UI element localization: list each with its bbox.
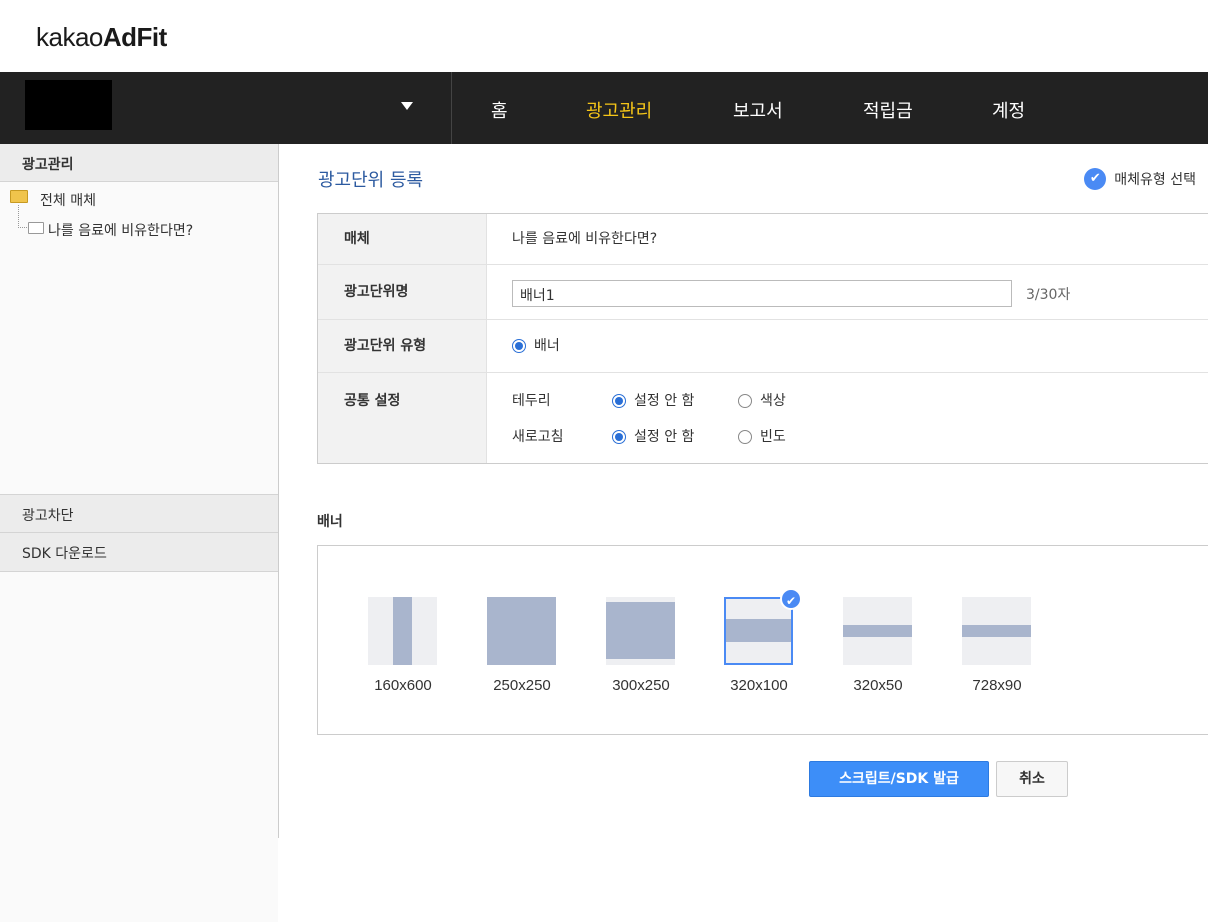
main-nav: 홈 광고관리 보고서 적립금 계정 — [0, 72, 1208, 144]
banner-thumb — [962, 597, 1031, 665]
banner-thumb — [606, 597, 675, 665]
sidebar-header[interactable]: 광고관리 — [0, 144, 278, 182]
banner-option-320x50[interactable]: 320x50 — [843, 597, 913, 694]
unit-type-banner-label: 배너 — [534, 338, 560, 354]
banner-section-title: 배너 — [317, 514, 343, 530]
nav-item-home[interactable]: 홈 — [491, 97, 508, 123]
banner-thumb — [843, 597, 912, 665]
unit-type-label: 광고단위 유형 — [318, 320, 487, 372]
page-title: 광고단위 등록 — [318, 170, 424, 191]
refresh-none-text: 설정 안 함 — [634, 429, 695, 445]
border-color-option[interactable]: 색상 — [738, 390, 786, 410]
banner-size-picker: 160x600 250x250 300x250 ✔ 320x100 320x50… — [317, 545, 1208, 735]
refresh-none-radio[interactable] — [612, 430, 626, 444]
sidebar-section-sdk-download[interactable]: SDK 다운로드 — [0, 533, 278, 572]
unit-name-count: 3/30자 — [1026, 287, 1071, 303]
border-none-text: 설정 안 함 — [634, 393, 695, 409]
media-type-select[interactable]: ✔ 매체유형 선택 — [1084, 168, 1196, 190]
sidebar-bottom: 광고차단 SDK 다운로드 — [0, 494, 278, 922]
refresh-none-option[interactable]: 설정 안 함 — [612, 426, 694, 446]
banner-thumb: ✔ — [724, 588, 802, 665]
unit-name-cell: 배너1 3/30자 — [487, 265, 1208, 319]
refresh-frequency-radio[interactable] — [738, 430, 752, 444]
selected-check-icon: ✔ — [780, 588, 802, 610]
banner-option-250x250[interactable]: 250x250 — [487, 597, 557, 694]
tree-connector — [18, 205, 27, 228]
kakao-adfit-logo[interactable]: kakaoAdFit — [36, 22, 167, 53]
banner-option-300x250[interactable]: 300x250 — [606, 597, 676, 694]
common-settings-cell: 테두리 설정 안 함 색상 새로고침 설정 안 함 빈도 — [487, 373, 1208, 463]
banner-size-label: 250x250 — [493, 677, 551, 694]
banner-size-label: 728x90 — [972, 677, 1022, 694]
nav-divider — [451, 72, 452, 144]
form-row-media: 매체 나를 음료에 비유한다면? — [318, 214, 1208, 265]
border-color-radio[interactable] — [738, 394, 752, 408]
nav-item-account[interactable]: 계정 — [992, 97, 1025, 123]
folder-icon — [28, 222, 44, 234]
banner-option-320x100[interactable]: ✔ 320x100 — [724, 588, 802, 694]
banner-size-label: 300x250 — [612, 677, 670, 694]
top-header: kakaoAdFit — [0, 0, 1208, 72]
nav-item-report[interactable]: 보고서 — [733, 97, 783, 123]
sidebar-section-adblock[interactable]: 광고차단 — [0, 494, 278, 533]
banner-option-160x600[interactable]: 160x600 — [368, 597, 438, 694]
banner-thumb — [368, 597, 437, 665]
tree-item-all-media[interactable]: 전체 매체 — [40, 190, 96, 210]
border-none-radio[interactable] — [612, 394, 626, 408]
common-settings-label: 공통 설정 — [318, 373, 487, 463]
refresh-label: 새로고침 — [512, 429, 564, 445]
banner-size-label: 320x100 — [730, 677, 788, 694]
refresh-frequency-option[interactable]: 빈도 — [738, 426, 786, 446]
nav-item-reserve[interactable]: 적립금 — [863, 97, 913, 123]
banner-option-728x90[interactable]: 728x90 — [962, 597, 1032, 694]
banner-thumb — [487, 597, 556, 665]
unit-type-banner-radio[interactable] — [512, 339, 526, 353]
unit-type-option[interactable]: 배너 — [487, 320, 1208, 372]
banner-size-label: 320x50 — [853, 677, 903, 694]
refresh-frequency-text: 빈도 — [760, 429, 786, 445]
banner-size-label: 160x600 — [374, 677, 432, 694]
border-none-option[interactable]: 설정 안 함 — [612, 390, 694, 410]
unit-name-label: 광고단위명 — [318, 265, 487, 319]
nav-item-ad-management[interactable]: 광고관리 — [586, 97, 652, 123]
form-row-unit-type: 광고단위 유형 배너 — [318, 320, 1208, 373]
folder-open-icon — [10, 190, 28, 203]
form-row-common: 공통 설정 테두리 설정 안 함 색상 새로고침 설정 안 함 빈도 — [318, 373, 1208, 463]
main-content: 광고단위 등록 ✔ 매체유형 선택 매체 나를 음료에 비유한다면? 광고단위명… — [279, 144, 1208, 838]
check-icon: ✔ — [1084, 168, 1107, 190]
unit-name-input[interactable]: 배너1 — [512, 280, 1012, 307]
tree-item-media[interactable]: 나를 음료에 비유한다면? — [48, 220, 193, 240]
unit-form: 매체 나를 음료에 비유한다면? 광고단위명 배너1 3/30자 광고단위 유형… — [317, 213, 1208, 464]
sidebar: 광고관리 전체 매체 나를 음료에 비유한다면? 광고차단 SDK 다운로드 — [0, 144, 279, 922]
border-label: 테두리 — [512, 393, 551, 409]
border-color-text: 색상 — [760, 393, 786, 409]
form-row-unit-name: 광고단위명 배너1 3/30자 — [318, 265, 1208, 320]
redacted-account-box — [25, 80, 112, 130]
caret-down-icon[interactable] — [401, 102, 413, 110]
media-label: 매체 — [318, 214, 487, 264]
media-type-select-label: 매체유형 선택 — [1114, 172, 1196, 188]
cancel-button[interactable]: 취소 — [996, 761, 1068, 797]
issue-script-button[interactable]: 스크립트/SDK 발급 — [809, 761, 989, 797]
media-value: 나를 음료에 비유한다면? — [512, 231, 658, 247]
media-tree: 전체 매체 나를 음료에 비유한다면? — [0, 182, 278, 494]
